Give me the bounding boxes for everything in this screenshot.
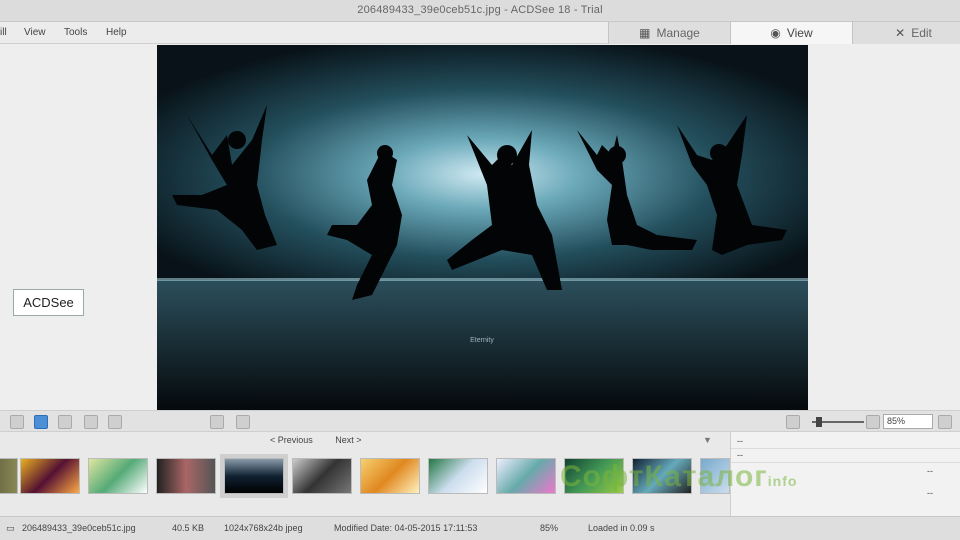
filmstrip-nav: < Previous Next > xyxy=(270,435,382,445)
thumbnail[interactable] xyxy=(156,458,216,494)
status-filename: 206489433_39e0ceb51c.jpg xyxy=(22,523,136,533)
title-bar: 206489433_39e0ceb51c.jpg - ACDSee 18 - T… xyxy=(0,0,960,22)
menu-file[interactable]: ill xyxy=(0,27,7,38)
photo-caption: Eternity xyxy=(470,337,494,344)
thumbnail[interactable] xyxy=(428,458,488,494)
thumbnail-selected[interactable] xyxy=(220,454,288,498)
mode-tabs: ▦ Manage ◉ View ✕ Edit xyxy=(608,22,960,44)
menu-tools[interactable]: Tools xyxy=(64,27,87,38)
zoom-slider-handle[interactable] xyxy=(816,417,822,427)
status-zoom: 85% xyxy=(540,523,559,533)
menu-help[interactable]: Help xyxy=(106,27,127,38)
status-bar: ▭ 206489433_39e0ceb51c.jpg 40.5 KB 1024x… xyxy=(0,516,960,540)
status-modified: Modified Date: 04-05-2015 17:11:53 xyxy=(334,523,478,533)
image-icon: ▭ xyxy=(6,523,15,533)
tab-manage[interactable]: ▦ Manage xyxy=(608,22,730,44)
menu-bar: ill View Tools Help ▦ Manage ◉ View ✕ Ed… xyxy=(0,22,960,44)
thumbnail[interactable] xyxy=(88,458,148,494)
tab-edit[interactable]: ✕ Edit xyxy=(852,22,960,44)
zoom-in-button[interactable] xyxy=(866,415,880,429)
thumbnail[interactable] xyxy=(360,458,420,494)
zoom-out-button[interactable] xyxy=(786,415,800,429)
tab-edit-label: Edit xyxy=(911,26,932,40)
status-dimensions: 1024x768x24b jpeg xyxy=(224,523,303,533)
watermark-suffix: info xyxy=(767,473,798,489)
photo-graphic: Eternity xyxy=(157,45,808,410)
view-toolbar: 85% xyxy=(0,410,960,432)
thumbnail[interactable] xyxy=(0,458,18,494)
watermark-text: СофтКаталог xyxy=(560,460,768,493)
toolbar-button[interactable] xyxy=(108,415,122,429)
previous-link[interactable]: < Previous xyxy=(270,435,313,445)
thumbnail[interactable] xyxy=(292,458,352,494)
thumbnail[interactable] xyxy=(496,458,556,494)
property-value: -- xyxy=(927,466,933,476)
tab-view[interactable]: ◉ View xyxy=(730,22,852,44)
toolbar-button[interactable] xyxy=(236,415,250,429)
status-filesize: 40.5 KB xyxy=(172,523,205,533)
main-photo[interactable]: Eternity xyxy=(157,45,808,410)
thumbnail[interactable] xyxy=(20,458,80,494)
grid-icon: ▦ xyxy=(639,26,651,40)
chevron-down-icon[interactable]: ▼ xyxy=(703,435,712,445)
toolbar-button[interactable] xyxy=(210,415,224,429)
window-title: 206489433_39e0ceb51c.jpg - ACDSee 18 - T… xyxy=(357,4,603,16)
property-value: -- xyxy=(737,436,743,446)
tab-manage-label: Manage xyxy=(656,26,700,40)
toolbar-button[interactable] xyxy=(58,415,72,429)
toolbar-button-active[interactable] xyxy=(34,415,48,429)
tab-view-label: View xyxy=(786,26,813,40)
acdsee-label: ACDSee xyxy=(13,289,84,316)
menu-view[interactable]: View xyxy=(24,27,46,38)
property-value: -- xyxy=(737,450,743,460)
watermark: СофтКаталогinfo xyxy=(560,460,797,494)
toolbar-button[interactable] xyxy=(10,415,24,429)
toolbar-button[interactable] xyxy=(84,415,98,429)
property-value: -- xyxy=(927,488,933,498)
next-link[interactable]: Next > xyxy=(335,435,361,445)
toolbar-button[interactable] xyxy=(938,415,952,429)
divider xyxy=(731,448,960,449)
status-loaded: Loaded in 0.09 s xyxy=(588,523,655,533)
eye-icon: ◉ xyxy=(770,26,781,40)
zoom-select[interactable]: 85% xyxy=(883,414,933,429)
edit-icon: ✕ xyxy=(895,26,906,40)
